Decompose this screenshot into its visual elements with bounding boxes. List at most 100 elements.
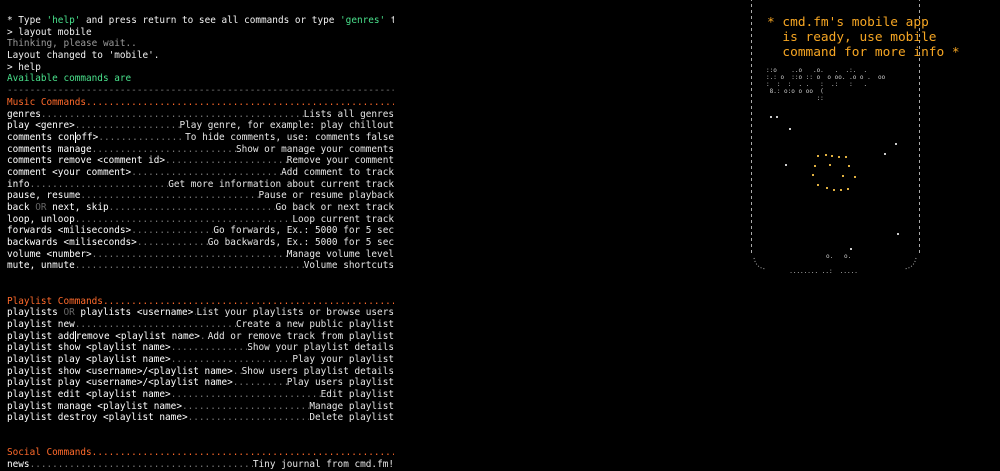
command-name: playlist destroy <playlist name> xyxy=(7,412,188,424)
art-speck xyxy=(842,175,844,177)
edge-dash xyxy=(918,10,920,13)
command-part: remove <playlist name> xyxy=(74,330,200,342)
command-name: comments remove <comment id> xyxy=(7,155,165,167)
section-title: Music Commands xyxy=(7,96,87,108)
dot-leader xyxy=(98,132,185,144)
art-speck xyxy=(884,153,886,155)
edge-dash xyxy=(750,112,752,115)
dot-leader xyxy=(75,214,293,226)
art-speck xyxy=(845,156,847,158)
art-speck xyxy=(850,248,852,250)
command-description: Go forwards, Ex.: 5000 for 5 sec xyxy=(213,225,394,237)
command-name: playlist addremove <playlist name> xyxy=(7,330,200,343)
command-row: loop, unloop Loop current track xyxy=(7,214,394,226)
edge-dash xyxy=(918,166,920,169)
ascii-art-bottom-marks: o. o. xyxy=(826,253,852,260)
command-row: playlist play <playlist name> Play your p… xyxy=(7,354,394,366)
dot-leader xyxy=(165,155,287,167)
edge-dash xyxy=(918,238,920,241)
command-part: playlist show <username>/<playlist name> xyxy=(7,365,233,377)
command-row: news Tiny journal from cmd.fm! xyxy=(7,459,394,471)
edge-dash xyxy=(918,76,920,79)
command-row: info Get more information about current t… xyxy=(7,179,394,191)
dot-leader xyxy=(200,331,208,343)
art-speck xyxy=(897,233,899,235)
art-speck xyxy=(847,188,849,190)
command-part: playlist destroy <playlist name> xyxy=(7,412,188,424)
command-row: playlists OR playlists <username>List yo… xyxy=(7,307,394,319)
edge-dash xyxy=(750,4,752,7)
command-name: info xyxy=(7,179,30,191)
command-row: play <genre> Play genre, for example: pla… xyxy=(7,120,394,132)
art-speck xyxy=(817,184,819,186)
command-description: Edit playlist xyxy=(320,389,394,401)
edge-dash xyxy=(918,148,920,151)
command-row: comments manage Show or manage your comme… xyxy=(7,144,394,156)
edge-dash xyxy=(750,16,752,19)
command-part: playlist edit <playlist name> xyxy=(7,389,171,401)
edge-dash xyxy=(918,0,920,1)
terminal-output: * Type 'help' and press return to see al… xyxy=(7,15,394,471)
edge-dash xyxy=(918,118,920,121)
command-description: Remove your comment xyxy=(286,155,394,167)
ascii-art-bottom: ........ ..: ..... xyxy=(782,268,858,275)
command-row: mute, unmute Volume shortcuts xyxy=(7,260,394,272)
edge-dash xyxy=(750,166,752,169)
command-row: playlist show <username>/<playlist name>… xyxy=(7,366,394,378)
edge-dash xyxy=(750,124,752,127)
edge-dash xyxy=(918,178,920,181)
social-commands-list: news Tiny journal from cmd.fm! xyxy=(7,459,394,471)
command-name: loop, unloop xyxy=(7,214,75,226)
command-row: forwards <miliseconds> Go forwards, Ex.: … xyxy=(7,225,394,237)
command-part: mute, unmute xyxy=(7,260,75,272)
art-speck xyxy=(812,174,814,176)
command-part: next, skip xyxy=(46,202,109,213)
edge-dash xyxy=(750,88,752,91)
dot-leader xyxy=(92,144,236,156)
command-part: play <genre> xyxy=(7,120,75,132)
command-description: Go backwards, Ex.: 5000 for 5 sec xyxy=(207,237,394,249)
command-part: back xyxy=(7,202,36,213)
command-part: playlist show <playlist name> xyxy=(7,342,171,354)
edge-dash xyxy=(750,58,752,61)
edge-dash xyxy=(750,22,752,25)
command-row: pause, resume Pause or resume playback xyxy=(7,190,394,202)
command-part: genres xyxy=(7,108,41,120)
help-keyword: 'help' xyxy=(46,15,81,26)
command-description: Manage volume level xyxy=(286,248,394,260)
command-description: Lists all genres xyxy=(303,108,394,120)
command-part: playlists <username> xyxy=(74,307,194,319)
section-title: Playlist Commands xyxy=(7,295,103,307)
command-name: mute, unmute xyxy=(7,260,75,272)
command-description: Add comment to track xyxy=(281,166,394,178)
edge-dash xyxy=(918,94,920,97)
art-speck xyxy=(817,155,819,157)
edge-dash xyxy=(750,64,752,67)
edge-dash xyxy=(918,100,920,103)
edge-dash xyxy=(750,34,752,37)
intro-text-c: to explore: xyxy=(390,15,394,26)
dot-leader xyxy=(182,401,309,413)
command-row: comments remove <comment id> Remove your … xyxy=(7,155,394,167)
command-name: volume <number> xyxy=(7,249,92,261)
command-part: off> xyxy=(74,131,99,143)
command-description: Show users playlist details xyxy=(241,365,394,377)
command-row: playlist play <username>/<playlist name>… xyxy=(7,377,394,389)
edge-dash xyxy=(750,250,752,253)
command-part: comments remove <comment id> xyxy=(7,155,166,167)
dot-leader xyxy=(233,377,287,389)
edge-dash xyxy=(918,226,920,229)
command-row: playlist show <playlist name> Show your p… xyxy=(7,342,394,354)
edge-dash xyxy=(750,94,752,97)
edge-dash xyxy=(918,202,920,205)
command-description: Manage playlist xyxy=(309,400,394,412)
playlist-commands-heading: Playlist Commands xyxy=(7,296,394,308)
edge-dash xyxy=(918,130,920,133)
command-description: Play your playlist xyxy=(292,353,394,365)
command-row: comments conoff> To hide comments, use: c… xyxy=(7,131,394,144)
command-description: Get more information about current track xyxy=(168,178,394,190)
dot-leader xyxy=(86,97,394,109)
dot-leader xyxy=(92,447,394,459)
command-part: playlist new xyxy=(7,318,75,330)
command-part: playlist play <playlist name> xyxy=(7,353,171,365)
